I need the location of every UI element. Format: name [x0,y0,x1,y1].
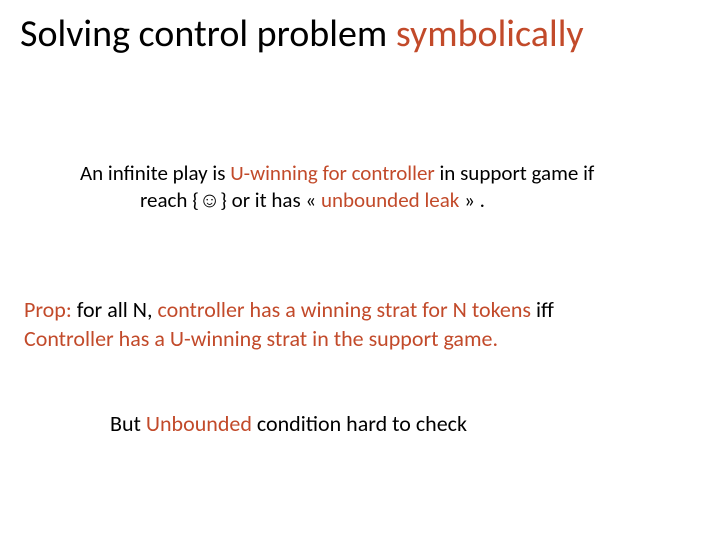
p1-uwinning: U-winning for controller [230,160,435,186]
p3-b: condition hard to check [252,410,467,437]
p2-forall: for all N, [77,296,158,323]
p1-text-a: An infinite play is [80,160,230,186]
p1-l2-b: } or it has « [220,187,321,213]
p2-c: controller has a winning strat for N tok… [157,296,536,323]
slide-title: Solving control problem symbolically [20,14,700,56]
definition-paragraph: An infinite play is U-winning for contro… [80,160,660,215]
remark-paragraph: But Unbounded condition hard to check [110,410,660,439]
p2-line2: Controller has a U-winning strat in the … [24,325,498,352]
p1-line2: reach {☺} or it has « unbounded leak » . [80,187,660,214]
p1-unbounded-leak: unbounded leak [321,187,459,213]
title-accent: symbolically [396,11,584,57]
p3-a: But [110,410,146,437]
p1-l2-a: reach { [140,187,199,213]
p1-text-b: in support game if [435,160,595,186]
slide: Solving control problem symbolically An … [0,0,720,540]
p1-l2-c: » . [459,187,485,213]
p2-iff: iff [536,296,554,323]
smile-icon: ☺ [199,187,220,213]
title-plain: Solving control problem [20,11,396,57]
p2-prop: Prop: [24,296,77,323]
proposition-paragraph: Prop: for all N, controller has a winnin… [24,296,660,353]
p3-unbounded: Unbounded [146,410,252,437]
